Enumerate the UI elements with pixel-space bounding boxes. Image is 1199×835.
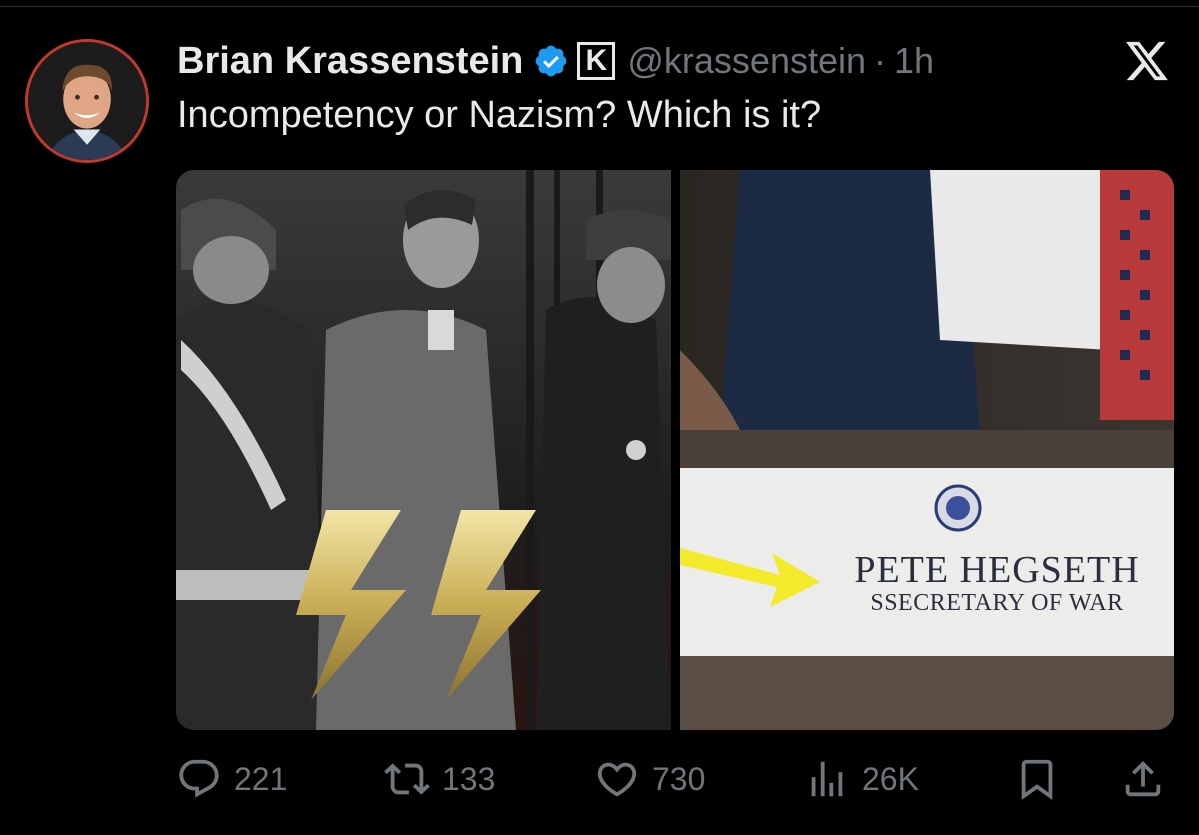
verified-badge-icon (536, 45, 567, 77)
tweet-actions: 221 133 730 26K (176, 755, 1166, 803)
reply-count: 221 (234, 760, 288, 797)
media-divider (671, 170, 680, 730)
affiliate-badge[interactable]: K (577, 42, 616, 80)
reply-icon (179, 759, 219, 798)
separator-dot: · (874, 40, 887, 81)
views-count: 26K (862, 760, 919, 797)
tweet-text: Incompetency or Nazism? Which is it? (177, 94, 822, 136)
timestamp[interactable]: 1h (894, 40, 934, 82)
tweet-header: Brian Krassenstein K @krassenstein · 1h (177, 36, 934, 86)
x-logo-icon (1125, 41, 1168, 81)
bookmark-button[interactable] (1014, 755, 1060, 803)
repost-count: 133 (442, 760, 496, 797)
share-icon (1125, 760, 1161, 797)
repost-button[interactable]: 133 (384, 755, 495, 803)
nameplate-name: PETE HEGSETH (854, 549, 1140, 591)
like-icon (597, 762, 637, 797)
top-divider (0, 6, 1199, 7)
media-image-left[interactable] (176, 170, 671, 730)
bookmark-icon (1021, 759, 1053, 800)
author-handle[interactable]: @krassenstein (627, 40, 866, 82)
author-name[interactable]: Brian Krassenstein (177, 40, 523, 83)
views-icon (811, 761, 843, 797)
tweet-media[interactable]: PETE HEGSETH SSECRETARY OF WAR (176, 170, 1174, 730)
like-button[interactable]: 730 (594, 755, 705, 803)
reply-button[interactable]: 221 (176, 755, 287, 803)
avatar[interactable] (25, 39, 149, 163)
repost-icon (384, 763, 430, 795)
views-button[interactable]: 26K (804, 755, 919, 803)
media-image-right[interactable]: PETE HEGSETH SSECRETARY OF WAR (680, 170, 1174, 730)
like-count: 730 (652, 760, 706, 797)
share-button[interactable] (1120, 755, 1166, 803)
nameplate-title: SSECRETARY OF WAR (870, 590, 1124, 616)
